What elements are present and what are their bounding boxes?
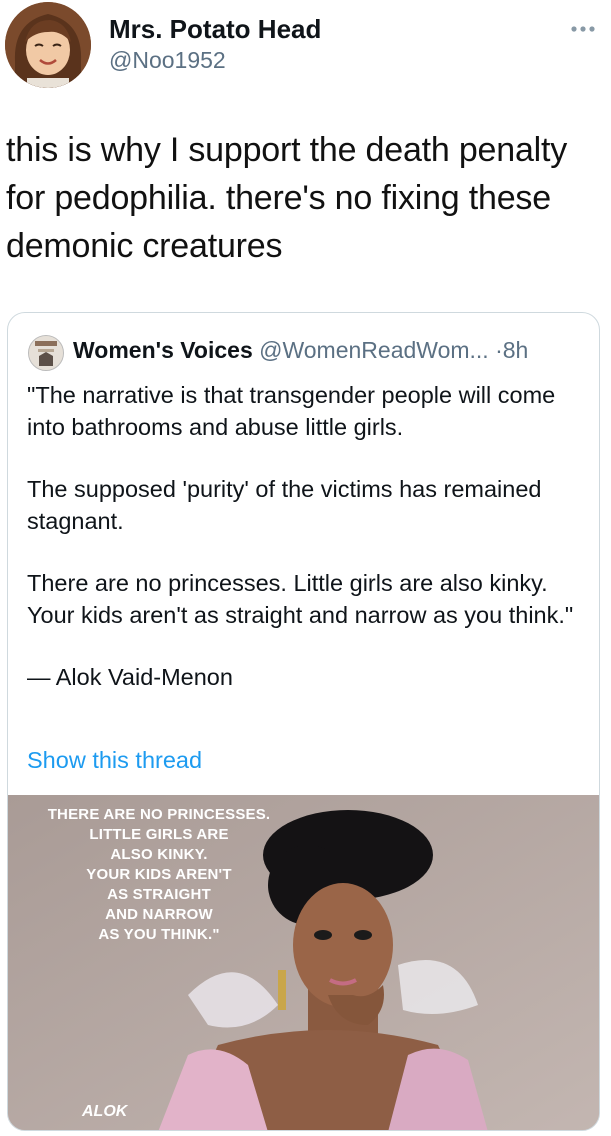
image-quote-overlay: THERE ARE NO PRINCESSES. LITTLE GIRLS AR… <box>44 805 274 945</box>
meta-separator: · <box>495 337 503 363</box>
more-dots-icon[interactable] <box>566 20 600 38</box>
quoted-text: "The narrative is that transgender peopl… <box>27 379 587 723</box>
overlay-line: LITTLE GIRLS ARE <box>89 826 229 843</box>
author-display-name[interactable]: Mrs. Potato Head <box>109 14 321 45</box>
quoted-paragraph: "The narrative is that transgender peopl… <box>27 382 556 440</box>
overlay-line: THERE ARE NO PRINCESSES. <box>47 806 271 823</box>
overlay-line: YOUR KIDS AREN'T <box>86 866 232 883</box>
quoted-meta: Women's Voices @WomenReadWom... ·8h <box>73 337 528 364</box>
author-handle[interactable]: @Noo1952 <box>109 47 226 74</box>
quoted-paragraph: The supposed 'purity' of the victims has… <box>27 476 542 534</box>
image-signature: ALOK <box>82 1103 128 1120</box>
quoted-attribution: — Alok Vaid-Menon <box>27 664 233 690</box>
overlay-line: AS STRAIGHT <box>107 886 211 903</box>
womens-voices-logo-icon[interactable] <box>28 335 64 371</box>
tweet-line: demonic creatures <box>6 227 283 265</box>
overlay-line: AND NARROW <box>105 906 213 923</box>
tweet-text: this is why I support the death penalty … <box>6 126 606 270</box>
quoted-time[interactable]: 8h <box>503 337 529 363</box>
overlay-line: ALSO KINKY. <box>110 846 208 863</box>
quoted-image[interactable]: THERE ARE NO PRINCESSES. LITTLE GIRLS AR… <box>8 795 599 1130</box>
quoted-paragraph: There are no princesses. Little girls ar… <box>27 570 574 628</box>
quoted-handle[interactable]: @WomenReadWom... <box>259 337 489 363</box>
quoted-display-name[interactable]: Women's Voices <box>73 337 253 363</box>
overlay-line: AS YOU THINK." <box>98 926 220 943</box>
quoted-tweet-card[interactable]: Women's Voices @WomenReadWom... ·8h "The… <box>7 312 600 1131</box>
tweet-line: for pedophilia. there's no fixing these <box>6 179 551 217</box>
show-thread-link[interactable]: Show this thread <box>27 747 202 774</box>
tweet-line: this is why I support the death penalty <box>6 131 568 169</box>
bitmoji-avatar-icon[interactable] <box>5 2 91 88</box>
tweet-header: Mrs. Potato Head @Noo1952 <box>0 0 611 100</box>
